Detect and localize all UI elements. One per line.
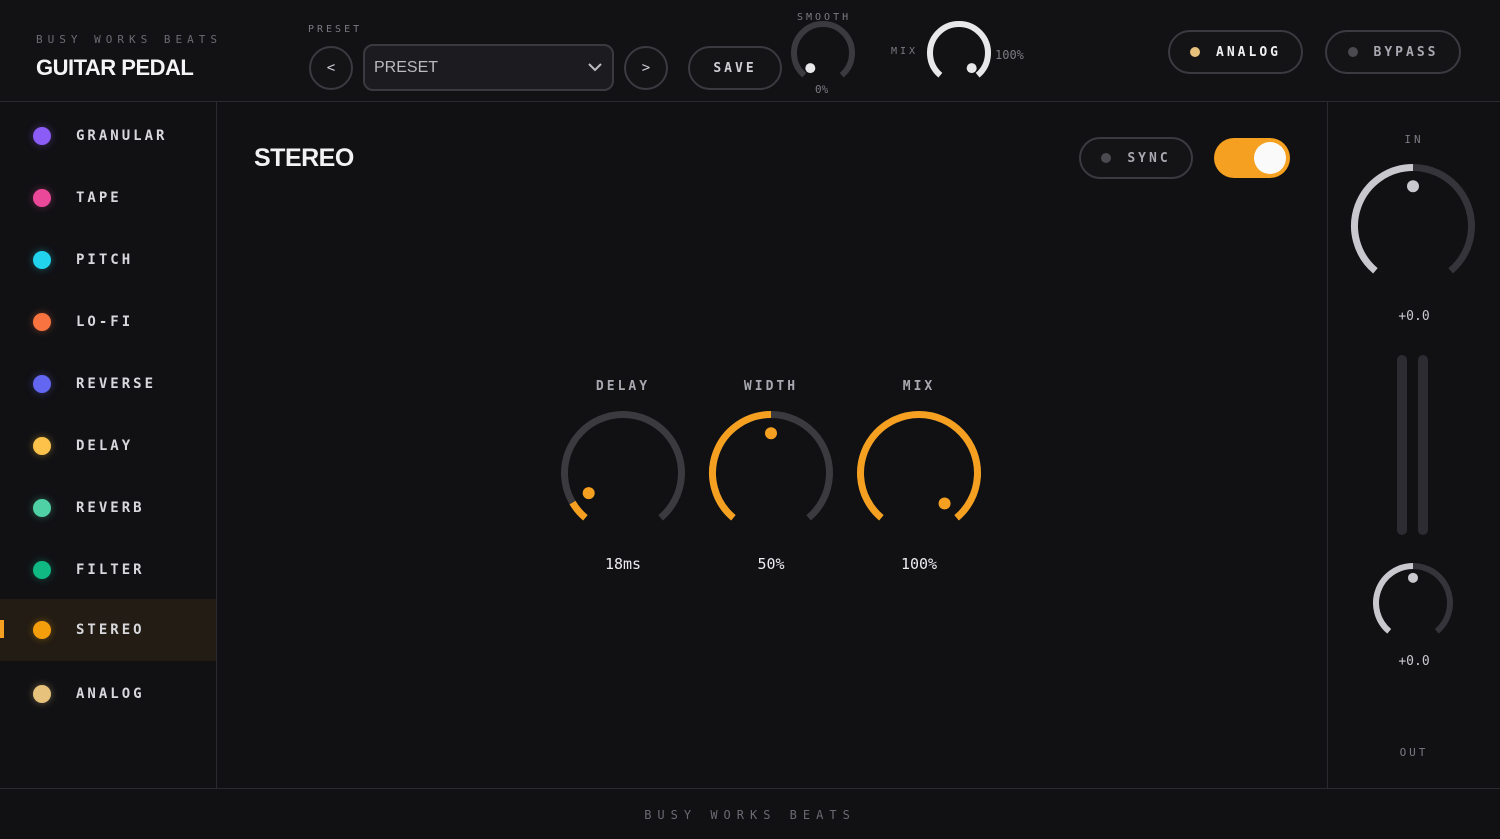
- effect-title: STEREO: [254, 144, 354, 172]
- sidebar-item-label: STEREO: [76, 622, 145, 638]
- footer-brand: BUSY WORKS BEATS: [644, 808, 856, 822]
- master-mix-knob-fill: [927, 21, 991, 78]
- width-knob-label: WIDTH: [743, 379, 799, 394]
- input-gain-knob-indicator: [1407, 180, 1419, 193]
- knob-delay-fill: [569, 500, 588, 521]
- input-gain-knob-fill: [1351, 164, 1414, 274]
- sidebar-item-tape[interactable]: TAPE: [0, 167, 216, 229]
- filter-color-dot: [33, 561, 51, 579]
- mix-knob[interactable]: [856, 410, 982, 536]
- preset-dropdown[interactable]: PRESET: [363, 44, 614, 91]
- chevron-right-icon: >: [641, 60, 651, 76]
- smooth-knob[interactable]: [790, 20, 856, 86]
- sidebar-item-label: PITCH: [76, 252, 134, 268]
- chevron-down-icon: [588, 63, 602, 72]
- sidebar-item-pitch[interactable]: PITCH: [0, 229, 216, 291]
- bypass-button[interactable]: BYPASS: [1325, 30, 1461, 74]
- sidebar-item-label: LO-FI: [76, 314, 134, 330]
- sidebar-item-label: GRANULAR: [76, 128, 168, 144]
- analog-status-dot: [1190, 47, 1201, 57]
- preset-prev-button[interactable]: <: [309, 46, 353, 90]
- output-gain-knob-fill: [1373, 563, 1414, 634]
- output-gain-knob-indicator: [1408, 572, 1418, 583]
- width-knob[interactable]: [708, 410, 834, 536]
- output-gain-value: +0.0: [1398, 654, 1430, 669]
- sidebar-item-granular[interactable]: GRANULAR: [0, 105, 216, 167]
- smooth-knob-indicator: [805, 63, 816, 74]
- sidebar-item-lofi[interactable]: LO-FI: [0, 291, 216, 353]
- knob-delay-indicator: [582, 487, 595, 500]
- knob-mix-indicator: [938, 497, 951, 510]
- knob-width-indicator: [765, 427, 777, 440]
- preset-next-button[interactable]: >: [624, 46, 668, 90]
- sidebar-item-reverse[interactable]: REVERSE: [0, 353, 216, 415]
- preset-value: PRESET: [374, 58, 439, 76]
- input-gain-value: +0.0: [1398, 309, 1430, 324]
- delay-color-dot: [33, 437, 51, 455]
- delay-knob[interactable]: [560, 410, 686, 536]
- sidebar-item-reverb[interactable]: REVERB: [0, 477, 216, 539]
- sidebar-item-label: TAPE: [76, 190, 122, 206]
- input-label: IN: [1404, 133, 1424, 146]
- mix-label: MIX: [891, 46, 919, 57]
- toggle-knob: [1254, 142, 1286, 174]
- reverb-color-dot: [33, 499, 51, 517]
- effect-panel: STEREO SYNC DELAY 18ms WIDTH 50% MIX 100…: [217, 102, 1327, 788]
- delay-knob-value: 18ms: [604, 555, 642, 573]
- save-button[interactable]: SAVE: [688, 46, 782, 90]
- analog-color-dot: [33, 685, 51, 703]
- output-label: OUT: [1399, 746, 1429, 759]
- sidebar-item-label: FILTER: [76, 562, 145, 578]
- input-gain-knob[interactable]: [1350, 163, 1476, 289]
- width-knob-value: 50%: [757, 555, 785, 573]
- sidebar-item-label: REVERB: [76, 500, 145, 516]
- knob-mix-fill: [857, 411, 981, 521]
- tape-color-dot: [33, 189, 51, 207]
- effect-enable-toggle[interactable]: [1214, 138, 1290, 178]
- knob-delay-track: [561, 411, 685, 521]
- sidebar-item-delay[interactable]: DELAY: [0, 415, 216, 477]
- input-meter-right: [1418, 355, 1428, 535]
- mix-knob-value: 100%: [900, 555, 938, 573]
- master-mix-knob-indicator: [966, 63, 977, 74]
- bypass-label: BYPASS: [1373, 44, 1439, 60]
- sync-label: SYNC: [1127, 150, 1171, 166]
- output-gain-knob[interactable]: [1372, 562, 1454, 644]
- lofi-color-dot: [33, 313, 51, 331]
- app-title: GUITAR PEDAL: [36, 55, 194, 80]
- sidebar-item-label: REVERSE: [76, 376, 157, 392]
- knob-width-fill: [709, 411, 772, 521]
- sync-button[interactable]: SYNC: [1079, 137, 1193, 179]
- smooth-value: 0%: [815, 83, 829, 96]
- analog-label: ANALOG: [1216, 44, 1281, 60]
- header-bar: BUSY WORKS BEATS GUITAR PEDAL PRESET < P…: [0, 0, 1500, 102]
- mix-knob-label: MIX: [902, 379, 936, 394]
- delay-knob-label: DELAY: [595, 379, 651, 394]
- analog-button[interactable]: ANALOG: [1168, 30, 1303, 74]
- sidebar-item-stereo[interactable]: STEREO: [0, 599, 216, 661]
- active-indicator: [0, 620, 4, 638]
- reverse-color-dot: [33, 375, 51, 393]
- sidebar-item-label: ANALOG: [76, 686, 145, 702]
- io-panel: IN +0.0 +0.0 OUT: [1327, 102, 1500, 788]
- brand-subtitle: BUSY WORKS BEATS: [36, 33, 222, 46]
- granular-color-dot: [33, 127, 51, 145]
- chevron-left-icon: <: [326, 60, 336, 76]
- effects-sidebar: GRANULAR TAPE PITCH LO-FI REVERSE DELAY …: [0, 102, 217, 788]
- sidebar-item-analog[interactable]: ANALOG: [0, 663, 216, 725]
- smooth-knob-track: [791, 21, 855, 78]
- sync-status-dot: [1101, 153, 1112, 163]
- footer-bar: BUSY WORKS BEATS: [0, 788, 1500, 839]
- pitch-color-dot: [33, 251, 51, 269]
- stereo-color-dot: [33, 621, 51, 639]
- input-meter-left: [1397, 355, 1407, 535]
- save-label: SAVE: [713, 60, 757, 76]
- master-mix-knob[interactable]: [926, 20, 992, 86]
- bypass-status-dot: [1347, 47, 1358, 57]
- preset-label: PRESET: [308, 24, 363, 35]
- sidebar-item-filter[interactable]: FILTER: [0, 539, 216, 601]
- master-mix-value: 100%: [995, 48, 1024, 62]
- sidebar-item-label: DELAY: [76, 438, 134, 454]
